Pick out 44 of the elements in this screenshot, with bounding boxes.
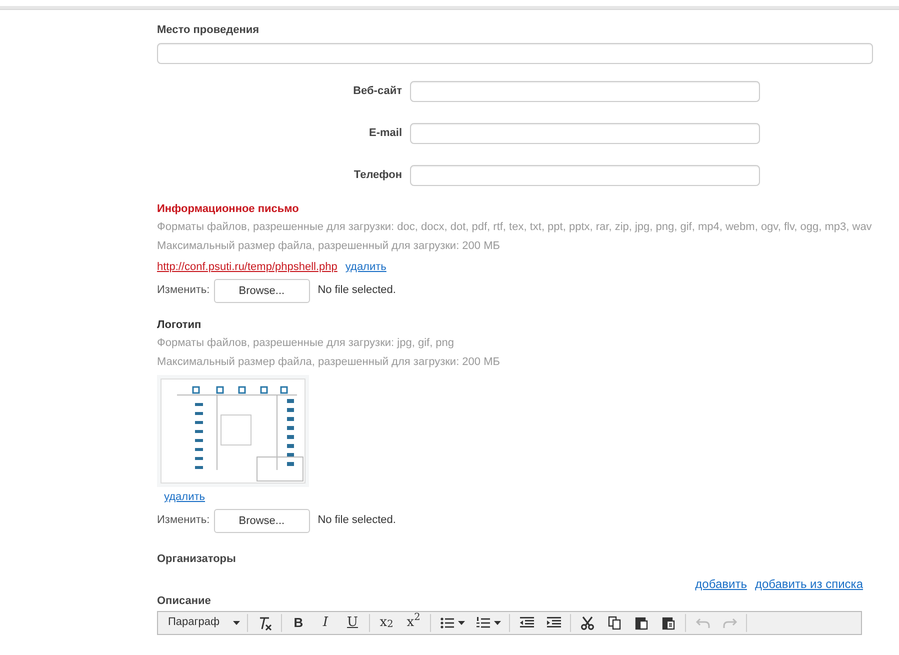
italic-button[interactable]: I xyxy=(312,614,339,632)
change-label: Изменить: xyxy=(157,513,210,528)
formats-note: Форматы файлов, разрешенные для загрузки: jpg, gif, png xyxy=(157,337,456,350)
formats-note: Форматы файлов, разрешенные для загрузки: doc, docx, dot, pdf, rtf, tex, txt, ppt, pptx, rar, zip, jpg, png, gif, mp4, webm, ogv, flv, ogg, mp3, wav xyxy=(157,221,873,234)
format-dropdown[interactable]: Параграф xyxy=(164,614,244,631)
file-status: No file selected. xyxy=(318,513,396,528)
add-link[interactable]: добавить из списка xyxy=(754,575,863,593)
field-label: E-mail xyxy=(368,126,403,140)
field-label: Веб-сайт xyxy=(352,84,403,98)
size-note: Максимальный размер файла, разрешенный для загрузки: 200 МБ xyxy=(157,240,501,253)
section-title: Описание xyxy=(157,594,212,609)
size-note: Максимальный размер файла, разрешенный для загрузки: 200 МБ xyxy=(157,356,501,369)
outdent-icon xyxy=(518,614,534,630)
text-field[interactable] xyxy=(410,80,760,102)
underline-button[interactable]: U xyxy=(339,614,366,632)
text-field[interactable] xyxy=(410,164,760,186)
delete-link[interactable]: удалить xyxy=(345,259,386,276)
superscript-button[interactable]: x$^{2}$ xyxy=(400,614,427,632)
indent-icon xyxy=(546,614,562,630)
field-label: Телефон xyxy=(352,168,403,182)
copy-icon xyxy=(606,614,622,630)
caret-icon xyxy=(233,620,240,624)
caret-icon xyxy=(494,620,501,624)
section-title: Информационное письмо xyxy=(157,202,300,216)
change-label: Изменить: xyxy=(157,283,210,298)
scissors-icon xyxy=(580,614,596,630)
field-label: Место проведения xyxy=(157,23,260,38)
clipboard-icon xyxy=(634,614,650,630)
bold-button[interactable]: B xyxy=(285,614,312,632)
browse-button[interactable]: Browse... xyxy=(214,508,310,532)
section-title: Организаторы xyxy=(157,552,237,566)
text-field[interactable] xyxy=(410,122,760,144)
clipboard-text-icon xyxy=(660,614,676,630)
browse-button[interactable]: Browse... xyxy=(214,278,310,302)
section-title: Логотип xyxy=(157,318,202,332)
subscript-button[interactable]: x$_{2}$ xyxy=(373,614,400,632)
bullet-list-icon xyxy=(439,614,455,630)
numbered-list-icon xyxy=(475,614,491,630)
add-link[interactable]: добавить xyxy=(695,575,747,593)
file-link[interactable]: http://conf.psuti.ru/temp/phpshell.php xyxy=(157,259,338,276)
venue-field[interactable] xyxy=(157,42,873,64)
caret-icon xyxy=(458,620,465,624)
file-status: No file selected. xyxy=(318,283,396,298)
delete-link[interactable]: удалить xyxy=(164,491,206,503)
